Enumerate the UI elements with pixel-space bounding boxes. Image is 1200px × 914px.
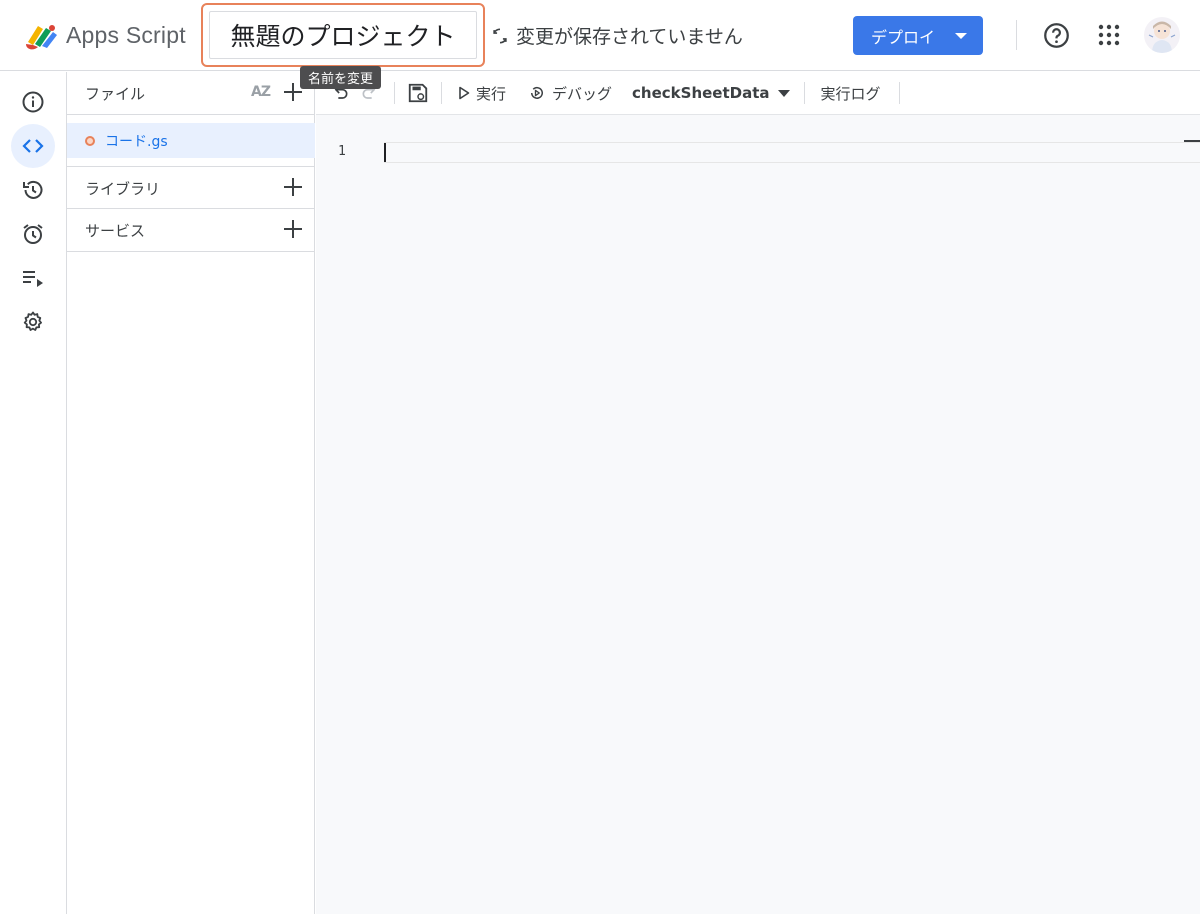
add-library-icon[interactable] bbox=[283, 177, 303, 197]
rail-item-editor[interactable] bbox=[11, 124, 55, 168]
rail-item-triggers[interactable] bbox=[11, 212, 55, 256]
deploy-dropdown-icon[interactable] bbox=[955, 32, 967, 39]
deploy-label: デプロイ bbox=[871, 27, 936, 47]
top-bar: Apps Script 無題のプロジェクト 変更が保存されていません デプロイ bbox=[0, 0, 1200, 71]
services-header: サービス bbox=[67, 209, 315, 252]
google-apps-icon[interactable] bbox=[1098, 24, 1120, 46]
files-label: ファイル bbox=[85, 85, 146, 103]
libraries-label: ライブラリ bbox=[85, 180, 161, 198]
header-divider bbox=[1016, 20, 1017, 50]
execution-log-button[interactable]: 実行ログ bbox=[821, 83, 881, 104]
toolbar-divider bbox=[898, 82, 900, 104]
rename-tooltip: 名前を変更 bbox=[300, 66, 382, 89]
add-service-icon[interactable] bbox=[283, 219, 303, 239]
files-header: ファイル AZ bbox=[67, 72, 315, 115]
chevron-down-icon bbox=[777, 89, 790, 97]
alarm-icon bbox=[23, 224, 43, 244]
save-status-text: 変更が保存されていません bbox=[516, 26, 743, 48]
files-panel: ファイル AZ コード.gs ライブラリ サービス bbox=[67, 72, 315, 914]
avatar-illustration-icon bbox=[1148, 21, 1176, 53]
file-item[interactable]: コード.gs bbox=[67, 123, 315, 158]
account-avatar[interactable] bbox=[1144, 17, 1180, 53]
left-nav-rail bbox=[0, 72, 67, 914]
save-drive-icon[interactable] bbox=[407, 82, 429, 104]
libraries-header: ライブラリ bbox=[67, 166, 315, 209]
run-label: 実行 bbox=[476, 84, 507, 103]
overview-ruler-marker bbox=[1184, 140, 1200, 142]
debug-icon bbox=[531, 86, 544, 99]
toolbar-divider bbox=[803, 82, 805, 104]
project-title: 無題のプロジェクト bbox=[230, 22, 456, 51]
editor-toolbar: 実行 デバッグ checkSheetData 実行ログ bbox=[316, 72, 1200, 115]
function-select[interactable]: checkSheetData bbox=[632, 84, 790, 102]
code-line-current[interactable] bbox=[384, 142, 1200, 163]
save-status: 変更が保存されていません bbox=[490, 22, 743, 49]
app-name: Apps Script bbox=[66, 22, 186, 48]
text-cursor bbox=[384, 143, 386, 162]
project-title-field[interactable]: 無題のプロジェクト bbox=[209, 11, 477, 59]
run-button[interactable]: 実行 bbox=[458, 83, 506, 104]
project-title-highlight: 無題のプロジェクト bbox=[201, 3, 485, 67]
execution-log-label: 実行ログ bbox=[820, 84, 881, 103]
debug-button[interactable]: デバッグ bbox=[528, 83, 612, 104]
help-icon[interactable] bbox=[1043, 22, 1070, 49]
history-icon bbox=[23, 180, 43, 199]
sort-az-icon[interactable]: AZ bbox=[251, 84, 271, 100]
play-icon bbox=[459, 86, 470, 100]
info-icon bbox=[22, 91, 44, 113]
deploy-button[interactable]: デプロイ bbox=[853, 16, 983, 55]
code-icon bbox=[22, 139, 44, 153]
code-editor-area: 実行 デバッグ checkSheetData 実行ログ 1 bbox=[316, 72, 1200, 914]
line-number: 1 bbox=[338, 144, 346, 159]
rail-item-overview[interactable] bbox=[11, 80, 55, 124]
file-name: コード.gs bbox=[105, 133, 168, 150]
rail-item-executions[interactable] bbox=[11, 256, 55, 300]
rail-item-history[interactable] bbox=[11, 168, 55, 212]
function-name: checkSheetData bbox=[632, 84, 770, 102]
file-status-dot-icon bbox=[85, 135, 95, 146]
toolbar-divider bbox=[441, 82, 442, 104]
apps-script-logo-icon[interactable] bbox=[24, 20, 60, 52]
rail-item-settings[interactable] bbox=[11, 300, 55, 344]
services-label: サービス bbox=[85, 222, 146, 240]
debug-label: デバッグ bbox=[552, 84, 613, 103]
toolbar-divider bbox=[394, 82, 395, 104]
gear-icon bbox=[23, 311, 42, 331]
executions-icon bbox=[23, 271, 43, 287]
sync-icon bbox=[493, 27, 507, 44]
